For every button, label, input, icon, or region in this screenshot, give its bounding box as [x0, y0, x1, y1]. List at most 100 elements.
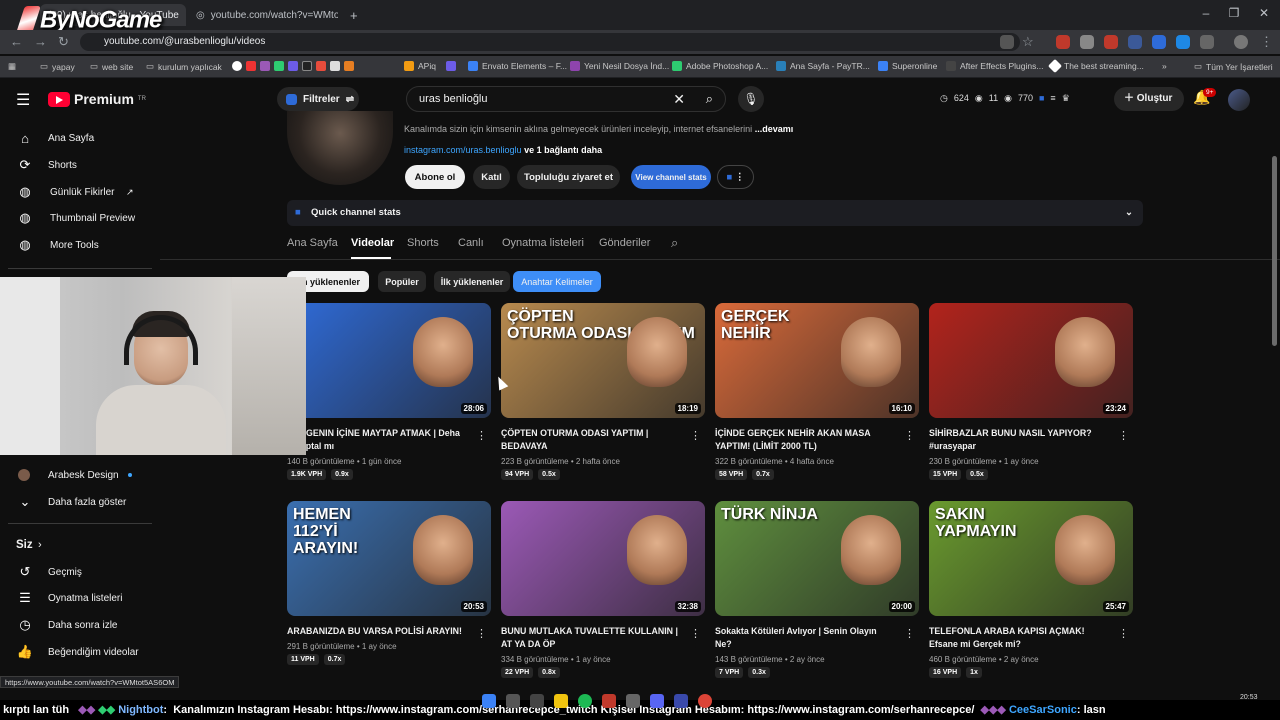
video-title[interactable]: İÇİNDE GERÇEK NEHİR AKAN MASA YAPTIM! (L… [715, 427, 895, 453]
chevron-right-icon[interactable]: » [1162, 61, 1167, 71]
bookmark-folder[interactable]: ▭ Tüm Yer İşaretleri [1194, 61, 1273, 72]
extension-icon[interactable]: ■ [1039, 93, 1044, 104]
bookmark-icons[interactable] [232, 61, 354, 71]
sidebar-item-ideas[interactable]: ◍ Günlük Fikirler ↗ [0, 179, 150, 205]
video-card[interactable]: GERÇEK NEHİR 16:10 İÇİNDE GERÇEK NEHİR AKA… [715, 303, 919, 480]
quick-channel-stats[interactable]: ■ Quick channel stats ⌄ [287, 200, 1143, 226]
search-input[interactable]: uras benlioğlu ✕ ⌕ [406, 86, 726, 112]
tab-videos[interactable]: Videolar [351, 237, 394, 249]
show-more-button[interactable]: ⌄ Daha fazla göster [0, 489, 150, 515]
view-channel-stats-button[interactable]: View channel stats [631, 165, 711, 189]
video-card[interactable]: ÇÖPTEN OTURMA ODASI YAPTIM18:19 ÇÖPTEN OT… [501, 303, 705, 480]
bookmark-link[interactable]: Yeni Nesil Dosya İnd... [570, 61, 669, 71]
sidebar-item-history[interactable]: ↺ Geçmiş [0, 559, 150, 585]
video-card[interactable]: HEMEN 112'Yİ ARAYIN! 20:53 ARABANIZDA BU V… [287, 501, 491, 665]
video-title[interactable]: TELEFONLA ARABA KAPISI AÇMAK! Efsane mi … [929, 625, 1109, 651]
create-button[interactable]: ＋ Oluştur [1114, 87, 1184, 111]
window-close-icon[interactable]: ✕ [1250, 6, 1278, 20]
taskview-icon[interactable] [530, 694, 544, 708]
sidebar-item-watch-later[interactable]: ◷ Daha sonra izle [0, 612, 150, 638]
clear-search-icon[interactable]: ✕ [673, 87, 685, 111]
app-icon[interactable] [626, 694, 640, 708]
video-thumbnail[interactable]: 23:24 [929, 303, 1133, 418]
video-thumbnail[interactable]: ÇÖPTEN OTURMA ODASI YAPTIM18:19 [501, 303, 705, 418]
subscribe-button[interactable]: Abone ol [405, 165, 465, 189]
tab-shorts[interactable]: Shorts [407, 237, 439, 249]
filter-button[interactable]: Filtreler ⇌ [277, 87, 359, 111]
tab-home[interactable]: Ana Sayfa [287, 237, 338, 249]
video-card[interactable]: 23:24 SİHİRBAZLAR BUNU NASIL YAPIYOR? #ur… [929, 303, 1133, 480]
you-section-header[interactable]: Siz › [0, 532, 150, 558]
sidebar-item-playlists[interactable]: ☰ Oynatma listeleri [0, 585, 150, 611]
chrome-icon[interactable] [698, 694, 712, 708]
bookmark-link[interactable]: The best streaming... [1047, 58, 1144, 74]
bookmark-link[interactable] [446, 61, 456, 71]
sidebar-item-thumbnail-preview[interactable]: ◍ Thumbnail Preview [0, 205, 150, 231]
extension-icon[interactable] [1152, 35, 1166, 49]
star-icon[interactable]: ☆ [1022, 34, 1034, 50]
discord-icon[interactable] [650, 694, 664, 708]
tab-playlists[interactable]: Oynatma listeleri [502, 237, 584, 249]
channel-links[interactable]: instagram.com/uras.benlioglu ve 1 bağlan… [404, 145, 602, 155]
subscription-item[interactable]: Arabesk Design [0, 462, 150, 488]
video-title[interactable]: Sokakta Kötüleri Avlıyor | Senin Olayın … [715, 625, 895, 651]
video-thumbnail[interactable]: GERÇEK NEHİR 16:10 [715, 303, 919, 418]
kebab-menu-icon[interactable]: ⋮ [1118, 627, 1129, 640]
extension-menu-button[interactable]: ■ ⋮ [717, 165, 754, 189]
video-card[interactable]: 28:06 BÜRGENIN İÇİNE MAYTAP ATMAK | Deha … [287, 303, 491, 480]
video-thumbnail[interactable]: 32:38 [501, 501, 705, 616]
kebab-menu-icon[interactable]: ⋮ [690, 429, 701, 442]
search-icon[interactable]: ⌕ [671, 235, 678, 251]
back-icon[interactable]: ← [10, 34, 23, 49]
video-thumbnail[interactable]: SAKIN YAPMAYIN 25:47 [929, 501, 1133, 616]
kebab-menu-icon[interactable]: ⋮ [1118, 429, 1129, 442]
bookmark-link[interactable]: After Effects Plugins... [946, 61, 1043, 71]
sidebar-item-home[interactable]: ⌂ Ana Sayfa [0, 125, 150, 151]
kebab-menu-icon[interactable]: ⋮ [476, 627, 487, 640]
tab-live[interactable]: Canlı [458, 237, 484, 249]
search-icon[interactable]: ⌕ [706, 87, 713, 111]
profile-icon[interactable] [1234, 35, 1248, 49]
video-title[interactable]: ÇÖPTEN OTURMA ODASI YAPTIM | BEDAVAYA [501, 427, 681, 453]
bookmark-folder[interactable]: ▭ yapay [40, 61, 75, 72]
video-title[interactable]: BUNU MUTLAKA TUVALETTE KULLANIN | AT YA … [501, 625, 681, 651]
kebab-menu-icon[interactable]: ⋮ [690, 627, 701, 640]
youtube-logo[interactable]: Premium TR [48, 91, 146, 107]
maximize-icon[interactable]: ❐ [1220, 6, 1248, 20]
extension-icon[interactable] [1056, 35, 1070, 49]
chip-oldest[interactable]: İlk yüklenenler [434, 271, 510, 292]
video-card[interactable]: SAKIN YAPMAYIN 25:47 TELEFONLA ARABA KAPIS… [929, 501, 1133, 678]
video-title[interactable]: ARABANIZDA BU VARSA POLİSİ ARAYIN! [287, 625, 467, 638]
video-card[interactable]: TÜRK NİNJA 20:00 Sokakta Kötüleri Avlıyor … [715, 501, 919, 678]
kebab-menu-icon[interactable]: ⋮ [476, 429, 487, 442]
kebab-menu-icon[interactable]: ⋮ [1260, 34, 1273, 50]
kebab-menu-icon[interactable]: ⋮ [904, 429, 915, 442]
url-input[interactable]: youtube.com/@urasbenlioglu/videos [80, 33, 1020, 51]
video-title[interactable]: BÜRGENIN İÇİNE MAYTAP ATMAK | Deha mı Ap… [287, 427, 467, 453]
bookmark-link[interactable]: APiq [404, 61, 436, 71]
video-thumbnail[interactable]: HEMEN 112'Yİ ARAYIN! 20:53 [287, 501, 491, 616]
spotify-icon[interactable] [578, 694, 592, 708]
video-card[interactable]: 32:38 BUNU MUTLAKA TUVALETTE KULLANIN | A… [501, 501, 705, 678]
search-icon[interactable] [506, 694, 520, 708]
bookmark-folder[interactable]: ▭ web site [90, 61, 133, 72]
chip-keywords[interactable]: Anahtar Kelimeler [513, 271, 601, 292]
extension-icon[interactable] [1128, 35, 1142, 49]
avatar[interactable] [1228, 89, 1250, 111]
channel-description[interactable]: Kanalımda sizin için kimsenin aklına gel… [404, 124, 793, 134]
scrollbar[interactable] [1272, 156, 1277, 346]
kebab-menu-icon[interactable]: ⋮ [904, 627, 915, 640]
hamburger-menu-icon[interactable]: ☰ [16, 90, 30, 110]
folder-icon[interactable] [554, 694, 568, 708]
trophy-icon[interactable]: ♛ [1062, 93, 1070, 104]
chip-popular[interactable]: Popüler [378, 271, 426, 292]
puzzle-icon[interactable] [1200, 35, 1214, 49]
browser-tab[interactable]: ◎youtube.com/watch?v=WMtotS✕ [188, 4, 338, 26]
bookmark-link[interactable]: Adobe Photoshop A... [672, 61, 768, 71]
video-thumbnail[interactable]: 28:06 [287, 303, 491, 418]
minimize-icon[interactable]: – [1192, 6, 1220, 20]
reload-icon[interactable]: ↻ [58, 34, 69, 50]
sidebar-item-more-tools[interactable]: ◍ More Tools [0, 232, 150, 258]
community-button[interactable]: Topluluğu ziyaret et [517, 165, 620, 189]
app-icon[interactable] [602, 694, 616, 708]
